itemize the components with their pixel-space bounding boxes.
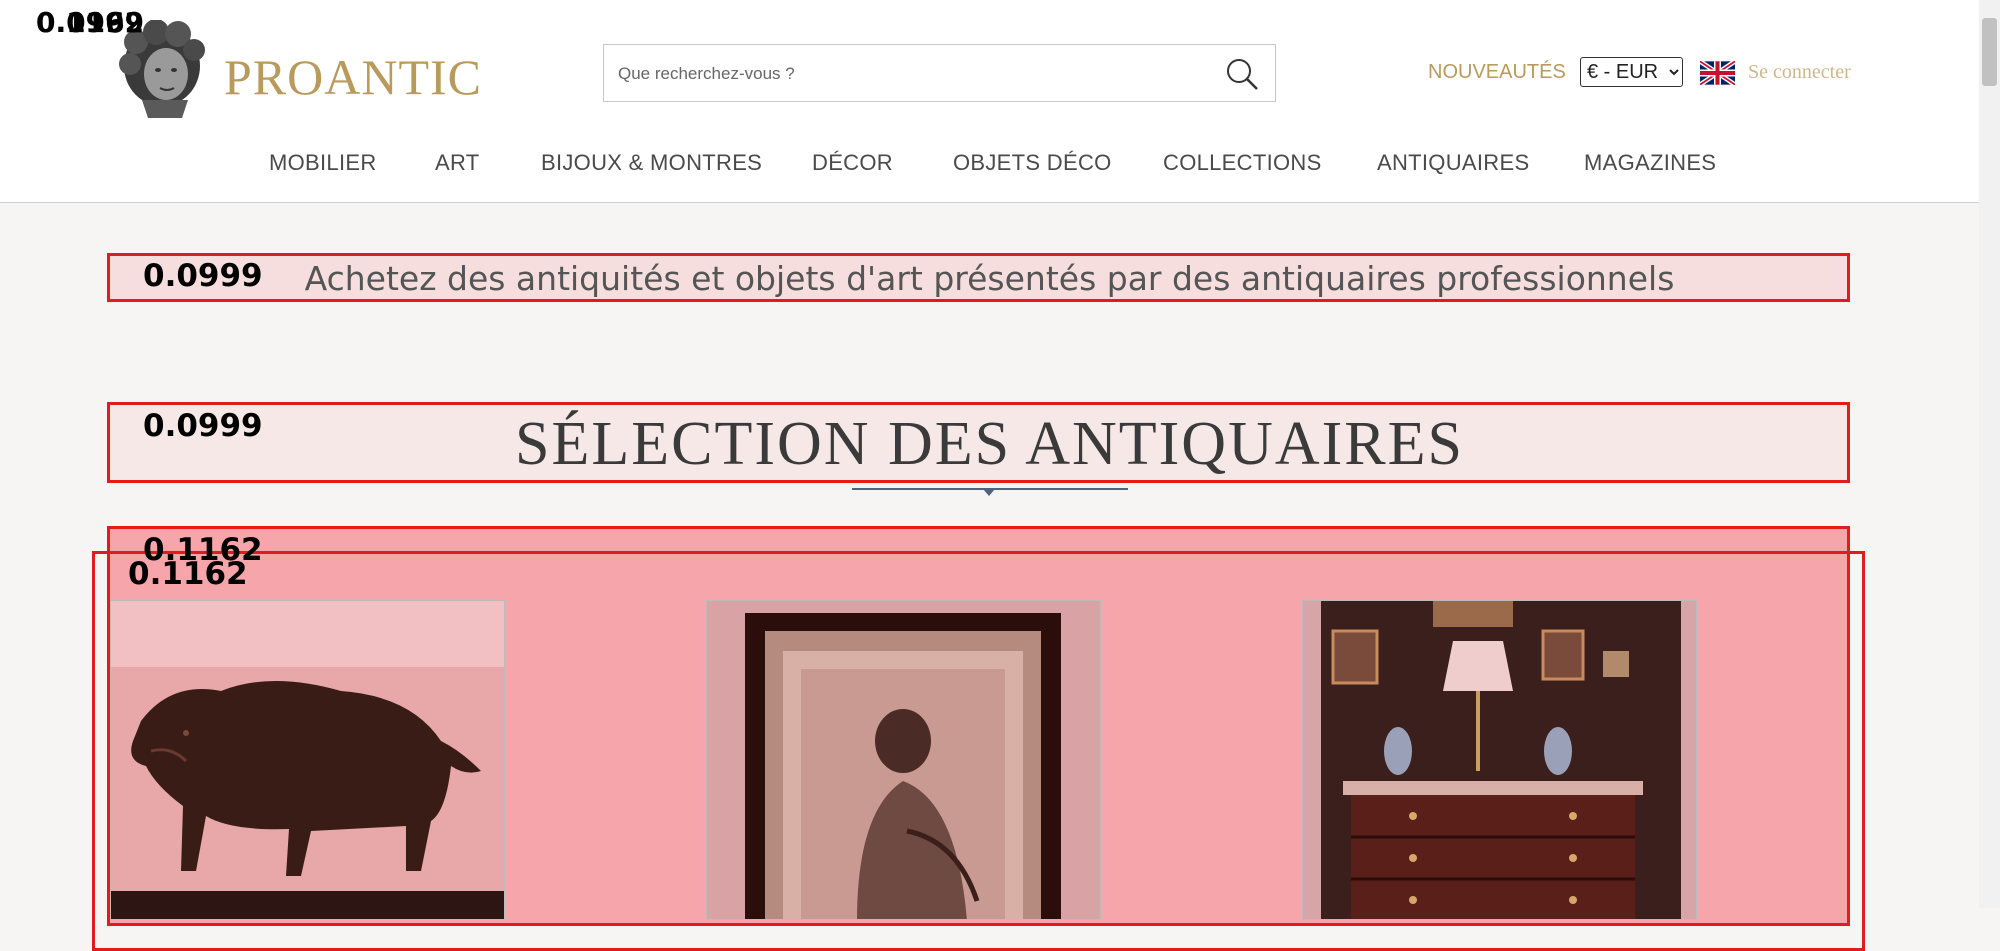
score-label: 0.0999 <box>143 258 263 294</box>
grid-highlight-outer <box>92 551 1865 951</box>
nav-item-collections[interactable]: COLLECTIONS <box>1163 150 1322 176</box>
currency-select[interactable]: € - EUR <box>1580 57 1683 87</box>
new-arrivals-link[interactable]: NOUVEAUTÉS <box>1428 61 1566 84</box>
nav-item-mobilier[interactable]: MOBILIER <box>269 150 377 176</box>
tagline: Achetez des antiquités et objets d'art p… <box>304 259 1675 298</box>
caret-down-icon <box>983 489 995 496</box>
scrollbar-thumb[interactable] <box>1982 18 1997 86</box>
search-box <box>603 44 1276 103</box>
score-label: 0.0999 <box>143 408 263 444</box>
nav-item-antiquaires[interactable]: ANTIQUAIRES <box>1377 150 1529 176</box>
page-scrollbar[interactable] <box>1979 0 2000 908</box>
nav-item-magazines[interactable]: MAGAZINES <box>1584 150 1716 176</box>
score-label: 0.0999 <box>36 6 145 39</box>
uk-flag-icon[interactable] <box>1700 61 1735 85</box>
nav-item-decor[interactable]: DÉCOR <box>812 150 893 176</box>
nav-item-objets-deco[interactable]: OBJETS DÉCO <box>953 150 1112 176</box>
search-icon[interactable] <box>1225 57 1259 91</box>
search-input[interactable] <box>616 45 1210 103</box>
nav-item-bijoux-montres[interactable]: BIJOUX & MONTRES <box>541 150 762 176</box>
nav-item-art[interactable]: ART <box>435 150 480 176</box>
section-title: SÉLECTION DES ANTIQUAIRES <box>515 410 1464 478</box>
login-link[interactable]: Se connecter <box>1748 61 1851 84</box>
score-label: 0.1162 <box>128 556 248 592</box>
site-header: PROANTIC 0.1162 0.0999 NOUVEAUTÉS € - EU… <box>0 0 1979 203</box>
brand-name[interactable]: PROANTIC <box>224 48 482 106</box>
